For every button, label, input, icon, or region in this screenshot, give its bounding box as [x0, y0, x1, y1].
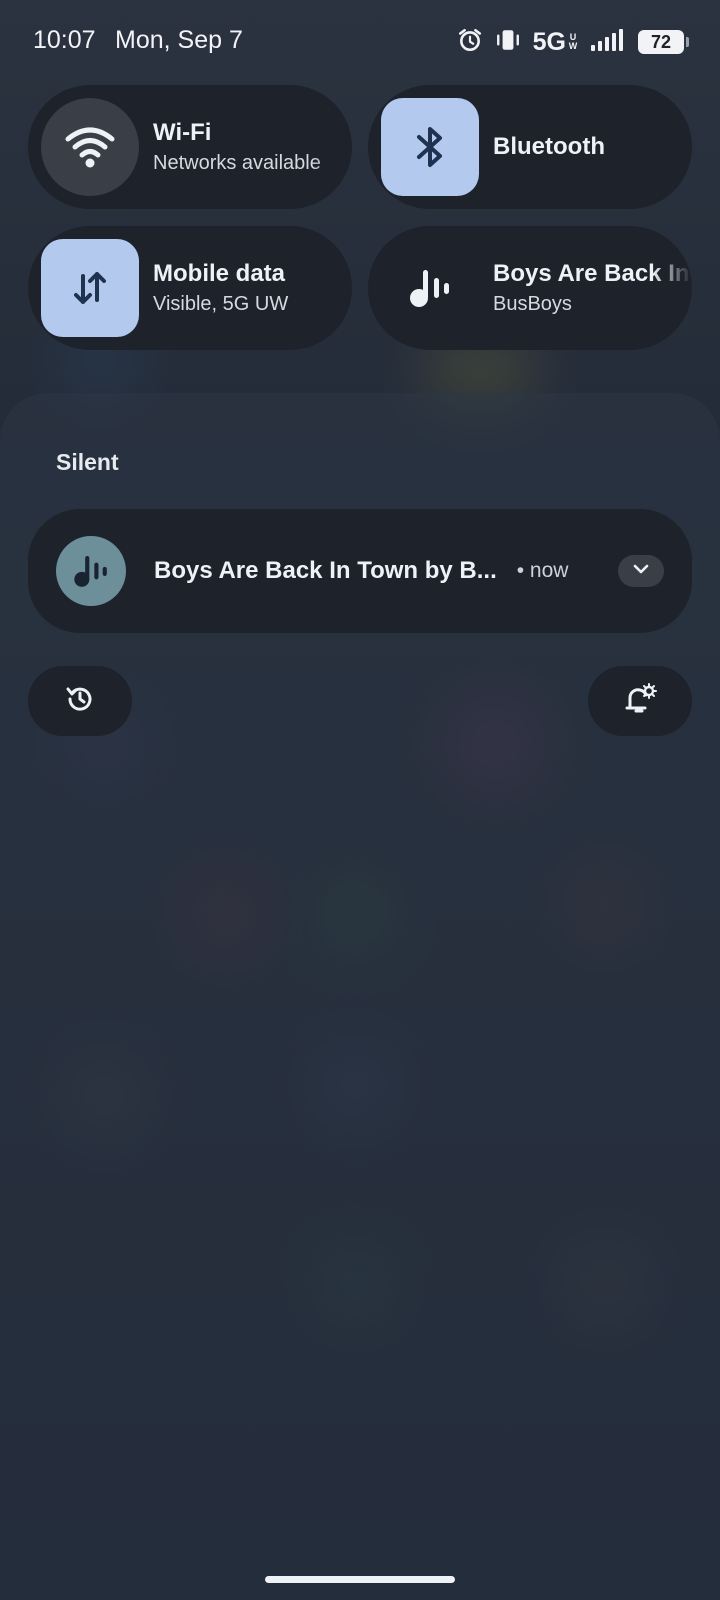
clock: 10:07: [33, 26, 96, 54]
notification-time: • now: [516, 559, 569, 582]
tile-subtitle: Visible, 5G UW: [153, 293, 289, 315]
tile-title: Bluetooth: [493, 133, 605, 160]
expand-button[interactable]: [618, 555, 664, 587]
tile-media[interactable]: Boys Are Back In Town BusBoys: [368, 226, 692, 350]
status-bar: 10:07 Mon, Sep 7 5G UW 72: [0, 0, 720, 84]
notification-settings-button[interactable]: [588, 666, 692, 736]
battery-icon: 72: [638, 30, 689, 54]
tile-wifi-text: Wi-Fi Networks available: [153, 119, 352, 175]
notification-settings-icon: [623, 682, 657, 721]
date: Mon, Sep 7: [115, 26, 243, 54]
tile-media-text: Boys Are Back In Town BusBoys: [493, 260, 692, 316]
status-icons: 5G UW 72: [457, 27, 689, 58]
tile-title: Mobile data: [153, 260, 286, 287]
alarm-icon: [457, 27, 483, 58]
network-suffix-bottom: W: [568, 41, 578, 51]
battery-level: 72: [650, 31, 672, 52]
vibrate-icon: [495, 27, 521, 58]
tile-title: Boys Are Back In Town: [493, 260, 692, 287]
tile-subtitle: Networks available: [153, 152, 321, 174]
tile-mobile-data[interactable]: Mobile data Visible, 5G UW: [28, 226, 352, 350]
bluetooth-icon: [381, 98, 479, 196]
mobile-data-icon: [41, 239, 139, 337]
network-type: 5G UW: [533, 28, 578, 57]
history-icon: [64, 683, 96, 720]
chevron-down-icon: [632, 562, 650, 580]
music-icon: [56, 536, 126, 606]
network-label: 5G: [532, 27, 566, 56]
wifi-icon: [41, 98, 139, 196]
tile-subtitle: BusBoys: [493, 293, 572, 315]
signal-icon: [590, 27, 626, 58]
section-label-silent: Silent: [56, 449, 119, 475]
tile-wifi[interactable]: Wi-Fi Networks available: [28, 85, 352, 209]
tile-title: Wi-Fi: [153, 119, 212, 146]
network-suffix: UW: [568, 33, 578, 51]
home-indicator[interactable]: [265, 1576, 455, 1583]
music-icon: [381, 239, 479, 337]
tile-bluetooth-text: Bluetooth: [493, 133, 692, 161]
tile-mobile-data-text: Mobile data Visible, 5G UW: [153, 260, 352, 316]
tile-bluetooth[interactable]: Bluetooth: [368, 85, 692, 209]
notification-item[interactable]: Boys Are Back In Town by B... • now: [28, 509, 692, 633]
notification-title: Boys Are Back In Town by B...: [154, 557, 497, 584]
notification-history-button[interactable]: [28, 666, 132, 736]
